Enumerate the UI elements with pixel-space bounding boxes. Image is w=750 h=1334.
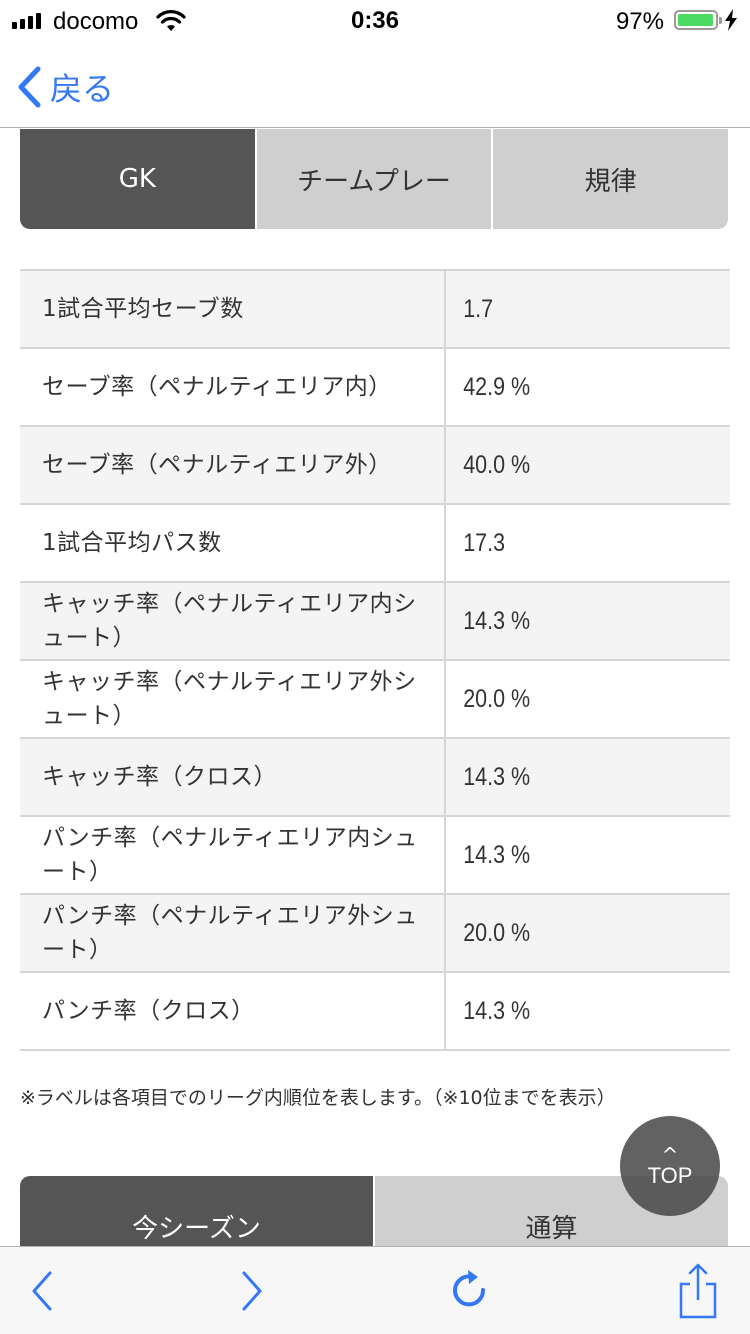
reload-button[interactable] — [446, 1267, 494, 1315]
battery-nub — [719, 17, 722, 24]
back-arrow-icon — [32, 1271, 52, 1311]
chevron-left-icon — [18, 66, 41, 108]
browser-toolbar — [0, 1246, 750, 1334]
battery-fill — [678, 14, 713, 26]
stat-label: キャッチ率（ペナルティエリア外シュート） — [20, 661, 446, 737]
battery-icon — [674, 10, 722, 30]
stat-label: 1試合平均パス数 — [20, 505, 446, 581]
stat-label: キャッチ率（クロス） — [20, 739, 446, 815]
reload-icon — [453, 1270, 486, 1307]
stat-label: セーブ率（ペナルティエリア外） — [20, 427, 446, 503]
table-row: パンチ率（ペナルティエリア外シュート） 20.0 % — [20, 895, 730, 973]
stat-label: セーブ率（ペナルティエリア内） — [20, 349, 446, 425]
browser-forward-button[interactable] — [228, 1267, 276, 1315]
stat-value: 40.0 % — [463, 450, 531, 479]
stat-value: 20.0 % — [463, 918, 531, 947]
status-bar: docomo 0:36 97% — [0, 0, 750, 40]
table-row: パンチ率（クロス） 14.3 % — [20, 973, 730, 1051]
table-row: セーブ率（ペナルティエリア内） 42.9 % — [20, 349, 730, 427]
tab-discipline[interactable]: 規律 — [493, 129, 728, 229]
stat-value: 42.9 % — [463, 372, 531, 401]
table-row: 1試合平均セーブ数 1.7 — [20, 271, 730, 349]
share-button[interactable] — [674, 1261, 722, 1321]
stat-value: 20.0 % — [463, 684, 531, 713]
category-tabs: GK チームプレー 規律 — [20, 129, 728, 229]
battery-percent: 97% — [615, 8, 664, 35]
stat-value: 14.3 % — [463, 996, 531, 1025]
table-row: キャッチ率（ペナルティエリア外シュート） 20.0 % — [20, 661, 730, 739]
browser-back-button[interactable] — [18, 1267, 66, 1315]
table-row: キャッチ率（クロス） 14.3 % — [20, 739, 730, 817]
stat-value: 14.3 % — [463, 840, 531, 869]
nav-bar: 戻る — [0, 40, 750, 128]
stat-label: キャッチ率（ペナルティエリア内シュート） — [20, 583, 446, 659]
stat-value: 17.3 — [463, 528, 506, 557]
forward-arrow-icon — [242, 1271, 262, 1311]
stat-value: 14.3 % — [463, 606, 531, 635]
stat-label: パンチ率（ペナルティエリア外シュート） — [20, 895, 446, 971]
back-label: 戻る — [50, 70, 115, 108]
stat-label: 1試合平均セーブ数 — [20, 271, 446, 347]
scroll-top-button[interactable]: ^ TOP — [620, 1116, 720, 1216]
stat-label: パンチ率（ペナルティエリア内シュート） — [20, 817, 446, 893]
stat-label: パンチ率（クロス） — [20, 973, 446, 1049]
stat-value: 1.7 — [463, 294, 494, 323]
tab-team-play[interactable]: チームプレー — [256, 129, 492, 229]
stats-table: 1試合平均セーブ数 1.7 セーブ率（ペナルティエリア内） 42.9 % セーブ… — [20, 269, 730, 1051]
table-row: パンチ率（ペナルティエリア内シュート） 14.3 % — [20, 817, 730, 895]
stat-value: 14.3 % — [463, 762, 531, 791]
chevron-up-icon: ^ — [661, 1143, 679, 1167]
back-button[interactable]: 戻る — [16, 64, 114, 110]
top-label: TOP — [647, 1163, 693, 1188]
charging-bolt-icon — [725, 9, 737, 31]
table-row: 1試合平均パス数 17.3 — [20, 505, 730, 583]
ranking-note: ※ラベルは各項目でのリーグ内順位を表します。（※10位までを表示） — [20, 1087, 616, 1109]
table-row: セーブ率（ペナルティエリア外） 40.0 % — [20, 427, 730, 505]
table-row: キャッチ率（ペナルティエリア内シュート） 14.3 % — [20, 583, 730, 661]
tab-gk[interactable]: GK — [20, 129, 255, 229]
share-icon — [679, 1263, 717, 1319]
